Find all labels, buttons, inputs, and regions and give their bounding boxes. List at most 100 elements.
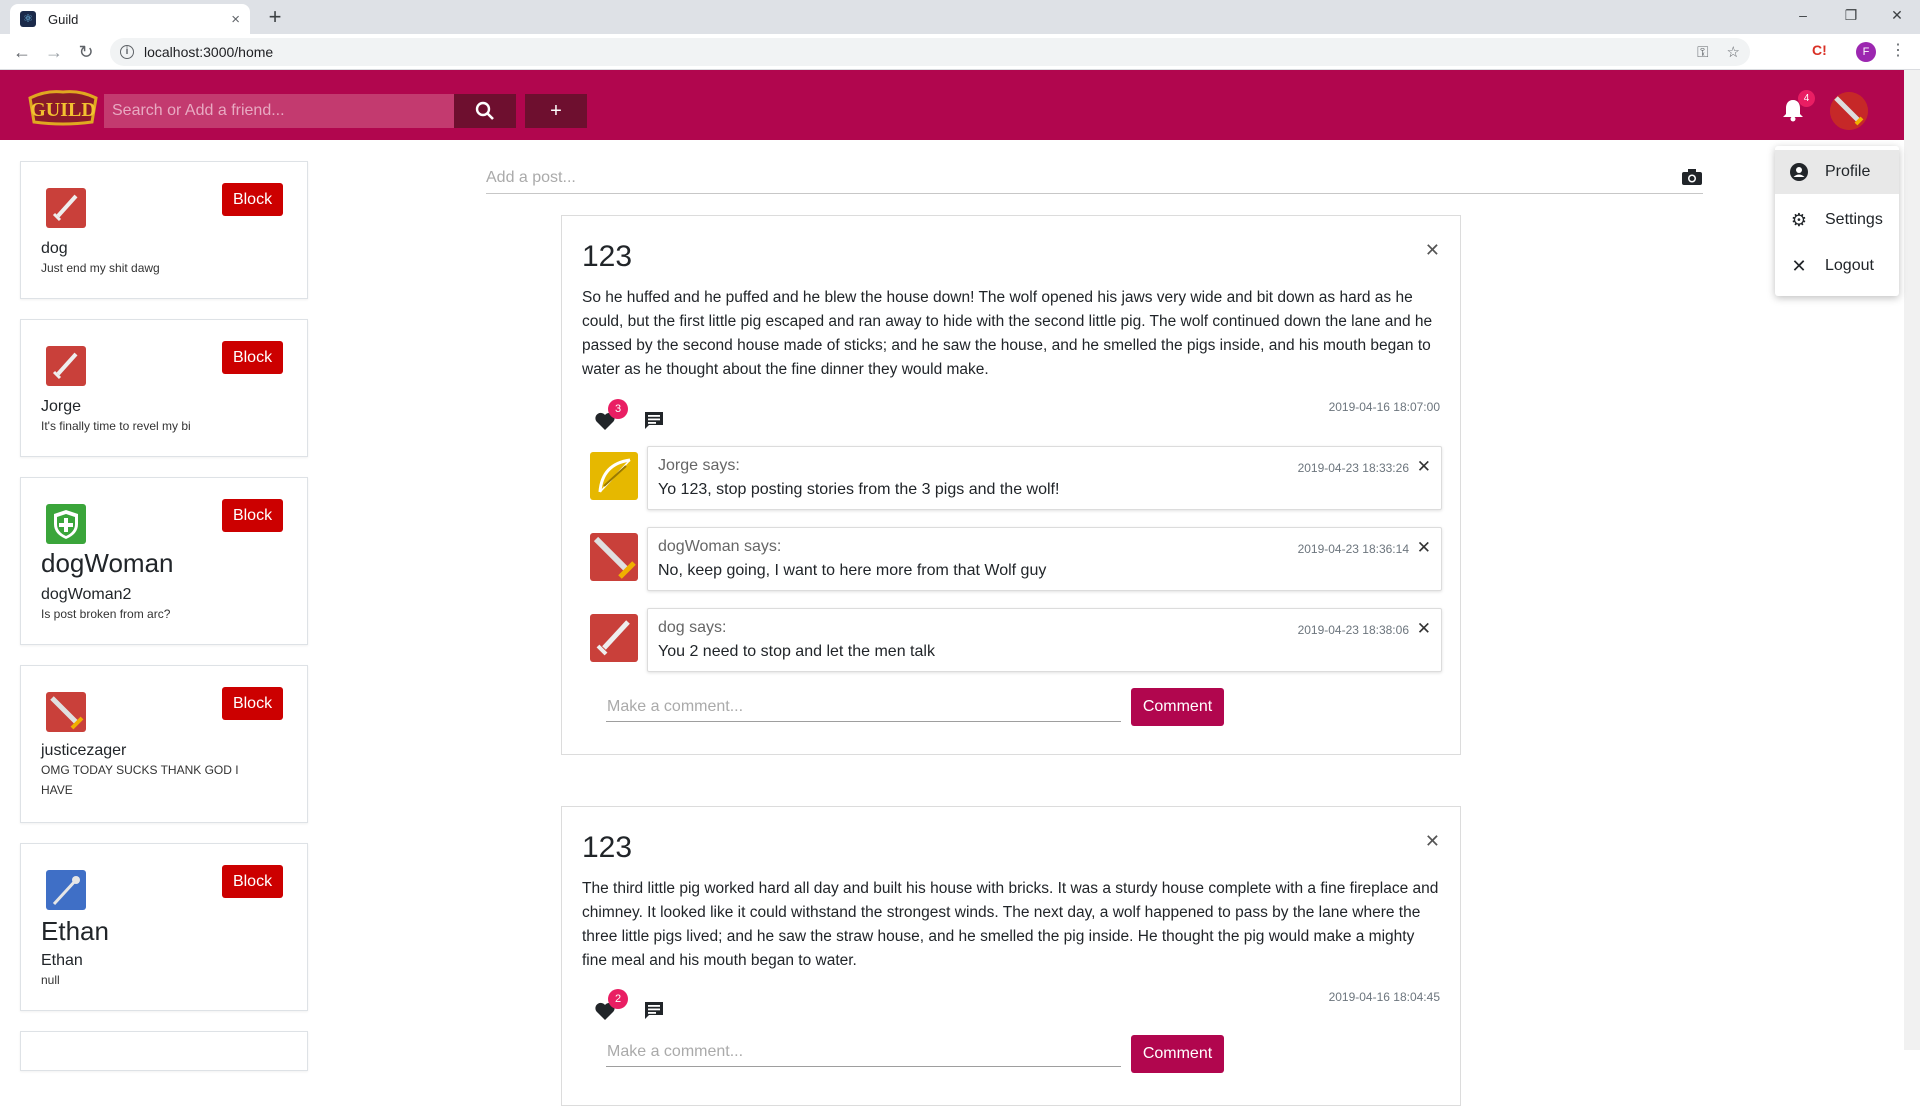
sword-icon (46, 692, 86, 732)
friend-avatar[interactable] (46, 188, 86, 228)
friend-avatar[interactable] (46, 870, 86, 910)
comment-box: dogWoman says: No, keep going, I want to… (647, 527, 1442, 591)
back-arrow-icon[interactable]: ← (8, 38, 36, 66)
friend-avatar[interactable] (46, 504, 86, 544)
post-card: 123 ✕ So he huffed and he puffed and he … (561, 215, 1461, 755)
search-button[interactable] (454, 94, 516, 128)
app-header: GUILD + (0, 70, 1904, 140)
comment-author: Jorge says: (658, 457, 740, 474)
friend-display-name: Ethan (41, 916, 109, 946)
comment-avatar[interactable] (590, 533, 638, 581)
post-date: 2019-04-16 18:07:00 (1328, 400, 1440, 414)
friend-username: Jorge (41, 398, 82, 415)
add-post-bar (486, 162, 1703, 194)
block-button[interactable]: Block (222, 865, 283, 898)
key-icon[interactable]: ⚿ (1697, 44, 1708, 61)
forward-arrow-icon[interactable]: → (40, 38, 68, 66)
comment-author: dog says: (658, 619, 727, 636)
add-friend-button[interactable]: + (525, 94, 587, 128)
friend-card: Block justicezager OMG TODAY SUCKS THANK… (20, 665, 308, 823)
friend-status: It's finally time to revel my bi (41, 419, 191, 433)
friend-username: Ethan (41, 952, 83, 969)
friend-display-name: dogWoman (41, 548, 174, 578)
browser-profile-avatar[interactable]: F (1856, 42, 1876, 62)
friend-card: Block dog Just end my shit dawg (20, 161, 308, 299)
delete-comment-icon[interactable]: ✕ (1417, 457, 1431, 477)
comment-date: 2019-04-23 18:36:14 (1297, 542, 1409, 556)
guild-logo[interactable]: GUILD (26, 88, 100, 126)
extension-icon[interactable]: C! (1812, 42, 1827, 58)
delete-post-icon[interactable]: ✕ (1425, 831, 1440, 852)
block-button[interactable]: Block (222, 687, 283, 720)
search-input[interactable] (104, 94, 454, 128)
post-title: 123 (582, 831, 633, 864)
sword-icon (46, 346, 86, 386)
delete-comment-icon[interactable]: ✕ (1417, 619, 1431, 639)
friend-avatar[interactable] (46, 692, 86, 732)
block-button[interactable]: Block (222, 341, 283, 374)
sword-icon (46, 188, 86, 228)
browser-menu-icon[interactable]: ⋮ (1890, 40, 1906, 60)
comment-icon[interactable] (644, 411, 664, 429)
window-close-button[interactable]: ✕ (1874, 0, 1920, 30)
like-count-badge: 3 (608, 399, 628, 419)
friend-status: Just end my shit dawg (41, 261, 160, 275)
comment-icon[interactable] (644, 1001, 664, 1019)
comment-avatar[interactable] (590, 614, 638, 662)
comment-box: Jorge says: Yo 123, stop posting stories… (647, 446, 1442, 510)
page-scrollbar[interactable] (1904, 70, 1920, 1050)
comment-author: dogWoman says: (658, 538, 782, 555)
add-post-input[interactable] (486, 166, 1636, 190)
menu-item-settings[interactable]: ⚙ Settings (1775, 198, 1899, 242)
friend-username: justicezager (41, 742, 127, 759)
friend-avatar[interactable] (46, 346, 86, 386)
bookmark-star-icon[interactable]: ☆ (1727, 43, 1740, 61)
browser-tab[interactable]: ⚛ Guild × (10, 4, 250, 34)
browser-tab-bar: ⚛ Guild × + – ❐ ✕ (0, 0, 1920, 34)
comment-input[interactable] (606, 1037, 1121, 1067)
delete-comment-icon[interactable]: ✕ (1417, 538, 1431, 558)
staff-icon (46, 870, 86, 910)
window-restore-button[interactable]: ❐ (1828, 0, 1874, 30)
camera-icon[interactable] (1681, 168, 1703, 186)
comment: Jorge says: Yo 123, stop posting stories… (590, 446, 1442, 512)
user-avatar-button[interactable] (1830, 92, 1868, 130)
site-info-icon[interactable]: i (120, 45, 134, 59)
menu-item-logout[interactable]: ✕ Logout (1775, 244, 1899, 288)
block-button[interactable]: Block (222, 499, 283, 532)
menu-item-profile[interactable]: Profile (1775, 150, 1899, 194)
comment: dog says: You 2 need to stop and let the… (590, 608, 1442, 674)
friend-status: OMG TODAY SUCKS THANK GOD I HAVE (41, 763, 239, 797)
close-icon: ✕ (1791, 256, 1807, 276)
comment-text: No, keep going, I want to here more from… (658, 562, 1047, 579)
friend-status: Is post broken from arc? (41, 607, 171, 621)
delete-post-icon[interactable]: ✕ (1425, 240, 1440, 261)
friend-status: null (41, 973, 60, 987)
comment-avatar[interactable] (590, 452, 638, 500)
url-field[interactable]: i localhost:3000/home ⚿ ☆ (110, 38, 1750, 66)
window-minimize-button[interactable]: – (1780, 0, 1826, 30)
friend-username: dogWoman2 (41, 586, 132, 603)
url-text: localhost:3000/home (144, 44, 274, 60)
user-menu-dropdown: Profile ⚙ Settings ✕ Logout (1775, 146, 1899, 296)
new-tab-button[interactable]: + (262, 4, 288, 30)
bow-icon (590, 452, 638, 500)
block-button[interactable]: Block (222, 183, 283, 216)
comment-button[interactable]: Comment (1131, 688, 1224, 726)
sword-icon (590, 614, 638, 662)
friend-card: Block dogWoman dogWoman2 Is post broken … (20, 477, 308, 645)
account-circle-icon (1789, 162, 1809, 182)
comment-input[interactable] (606, 692, 1121, 722)
comment-text: You 2 need to stop and let the men talk (658, 643, 935, 660)
notification-count-badge: 4 (1798, 90, 1815, 107)
reload-icon[interactable]: ↻ (72, 38, 100, 66)
comment-date: 2019-04-23 18:38:06 (1297, 623, 1409, 637)
comment-button[interactable]: Comment (1131, 1035, 1224, 1073)
tab-close-icon[interactable]: × (231, 11, 240, 28)
friend-card: Block Ethan Ethan null (20, 843, 308, 1011)
tab-title: Guild (48, 11, 79, 27)
browser-address-bar: ← → ↻ i localhost:3000/home ⚿ ☆ C! (0, 34, 1920, 70)
comment: dogWoman says: No, keep going, I want to… (590, 527, 1442, 593)
comment-text: Yo 123, stop posting stories from the 3 … (658, 481, 1060, 498)
post-body: The third little pig worked hard all day… (582, 880, 1439, 969)
